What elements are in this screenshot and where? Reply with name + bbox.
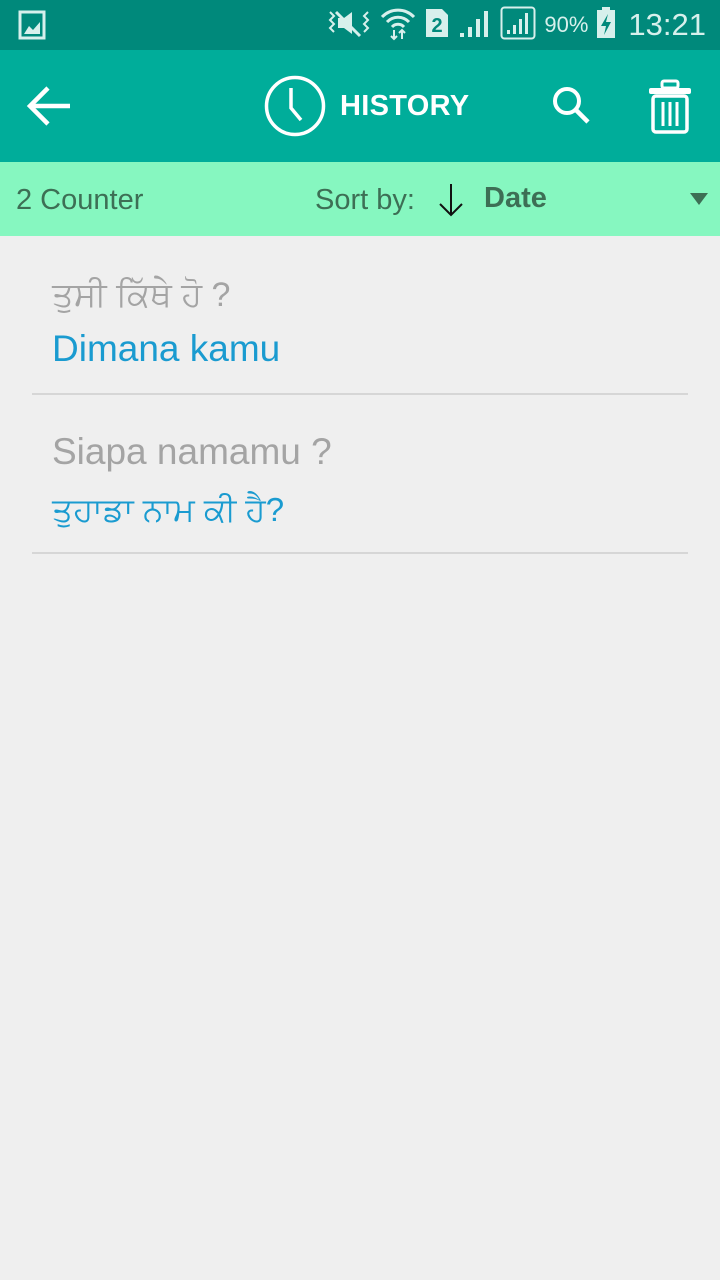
sort-label: Sort by:	[315, 184, 415, 216]
history-list: ਤੁਸੀ ਕਿੱਥੇ ਹੋ ? Dimana kamu Siapa namamu…	[0, 236, 720, 554]
delete-all-button[interactable]	[646, 78, 694, 136]
sort-field-dropdown[interactable]: Date	[470, 162, 720, 236]
history-item-source: Siapa namamu ?	[52, 431, 332, 472]
gallery-notification-icon	[18, 10, 46, 45]
clock-icon	[264, 75, 326, 137]
app-bar: HISTORY	[0, 50, 720, 162]
history-item-translation: ਤੁਹਾਡਾ ਨਾਮ ਕੀ ਹੈ?	[52, 491, 285, 528]
sort-direction-toggle[interactable]	[436, 182, 466, 223]
trash-icon	[649, 79, 691, 134]
signal-icon	[458, 7, 492, 44]
back-button[interactable]	[24, 80, 76, 132]
arrow-down-icon	[439, 184, 463, 217]
clock-time: 13:21	[628, 7, 706, 42]
history-item-source: ਤੁਸੀ ਕਿੱਥੇ ਹੋ ?	[52, 276, 231, 314]
search-button[interactable]	[548, 82, 596, 130]
svg-text:2: 2	[432, 15, 443, 37]
history-item[interactable]: ਤੁਸੀ ਕਿੱਥੇ ਹੋ ? Dimana kamu	[32, 236, 688, 395]
history-item[interactable]: Siapa namamu ? ਤੁਹਾਡਾ ਨਾਮ ਕੀ ਹੈ?	[32, 395, 688, 554]
history-item-translation: Dimana kamu	[52, 328, 281, 369]
arrow-left-icon	[26, 86, 70, 126]
status-bar: 2 90% 13:21	[0, 0, 720, 50]
sim-2-icon: 2	[424, 7, 450, 44]
battery-charging-icon	[596, 6, 616, 44]
page-title: HISTORY	[340, 89, 470, 122]
mute-vibrate-icon	[326, 8, 372, 43]
history-counter: 2 Counter	[16, 184, 144, 216]
caret-down-icon	[690, 193, 708, 205]
battery-percent: 90%	[544, 12, 589, 37]
signal-boxed-icon	[500, 6, 536, 45]
wifi-icon	[380, 5, 416, 46]
sort-bar: 2 Counter Sort by: Date	[0, 162, 720, 236]
page-title-group: HISTORY	[264, 74, 469, 138]
search-icon	[553, 87, 590, 124]
sort-field-selected: Date	[484, 182, 547, 214]
